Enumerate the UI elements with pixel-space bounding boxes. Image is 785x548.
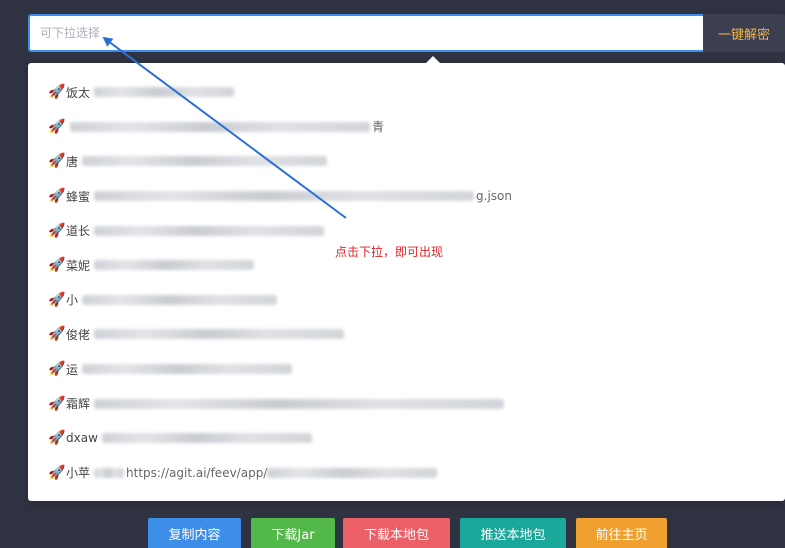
rocket-icon: 🚀	[48, 257, 66, 274]
redacted-url	[82, 156, 328, 167]
action-bar: 复制内容 下载Jar 下载本地包 推送本地包 前往主页	[0, 518, 785, 548]
redacted-url	[101, 433, 312, 444]
list-item[interactable]: 🚀 青	[28, 110, 785, 145]
list-item[interactable]: 🚀 蜂蜜 g.json	[28, 179, 785, 214]
list-item[interactable]: 🚀 俊佬	[28, 317, 785, 352]
redacted-url	[82, 364, 293, 375]
rocket-icon: 🚀	[48, 430, 66, 447]
push-local-package-button[interactable]: 推送本地包	[460, 518, 566, 548]
rocket-icon: 🚀	[48, 361, 66, 378]
redacted-url	[70, 121, 370, 132]
rocket-icon: 🚀	[48, 291, 66, 308]
download-jar-button[interactable]: 下载Jar	[251, 518, 335, 548]
dropdown-caret	[426, 56, 440, 63]
annotation-text: 点击下拉，即可出现	[335, 245, 444, 259]
redacted-url	[94, 191, 475, 202]
decrypt-button[interactable]: 一键解密	[703, 14, 785, 52]
copy-content-button[interactable]: 复制内容	[148, 518, 241, 548]
list-item[interactable]: 🚀 唐	[28, 144, 785, 179]
download-local-package-button[interactable]: 下载本地包	[343, 518, 450, 548]
source-dropdown: 🚀 饭太 🚀 青 🚀 唐 🚀 蜂蜜 g.json 🚀 道长 🚀 菜妮 🚀 小 🚀…	[28, 56, 785, 501]
rocket-icon: 🚀	[48, 222, 66, 239]
list-item[interactable]: 🚀 dxaw	[28, 421, 785, 456]
rocket-icon: 🚀	[48, 188, 66, 205]
rocket-icon: 🚀	[48, 326, 66, 343]
redacted-url	[94, 260, 255, 271]
redacted-url	[94, 87, 235, 98]
redacted-url	[94, 329, 345, 340]
redacted-url	[94, 398, 505, 409]
redacted-url	[267, 467, 438, 478]
source-list: 🚀 饭太 🚀 青 🚀 唐 🚀 蜂蜜 g.json 🚀 道长 🚀 菜妮 🚀 小 🚀…	[28, 63, 785, 490]
source-select-input[interactable]	[28, 14, 703, 52]
go-home-button[interactable]: 前往主页	[576, 518, 667, 548]
list-item[interactable]: 🚀 饭太	[28, 75, 785, 110]
rocket-icon: 🚀	[48, 395, 66, 412]
search-bar: 一键解密	[28, 14, 785, 52]
rocket-icon: 🚀	[48, 84, 66, 101]
rocket-icon: 🚀	[48, 118, 66, 135]
redacted-url	[94, 467, 125, 478]
rocket-icon: 🚀	[48, 464, 66, 481]
list-item[interactable]: 🚀 运	[28, 352, 785, 387]
redacted-url	[94, 225, 325, 236]
rocket-icon: 🚀	[48, 153, 66, 170]
list-item[interactable]: 🚀 小	[28, 283, 785, 318]
list-item[interactable]: 🚀 霜辉	[28, 386, 785, 421]
list-item[interactable]: 🚀 小苹 https://agit.ai/feev/app/	[28, 456, 785, 491]
redacted-url	[82, 294, 278, 305]
